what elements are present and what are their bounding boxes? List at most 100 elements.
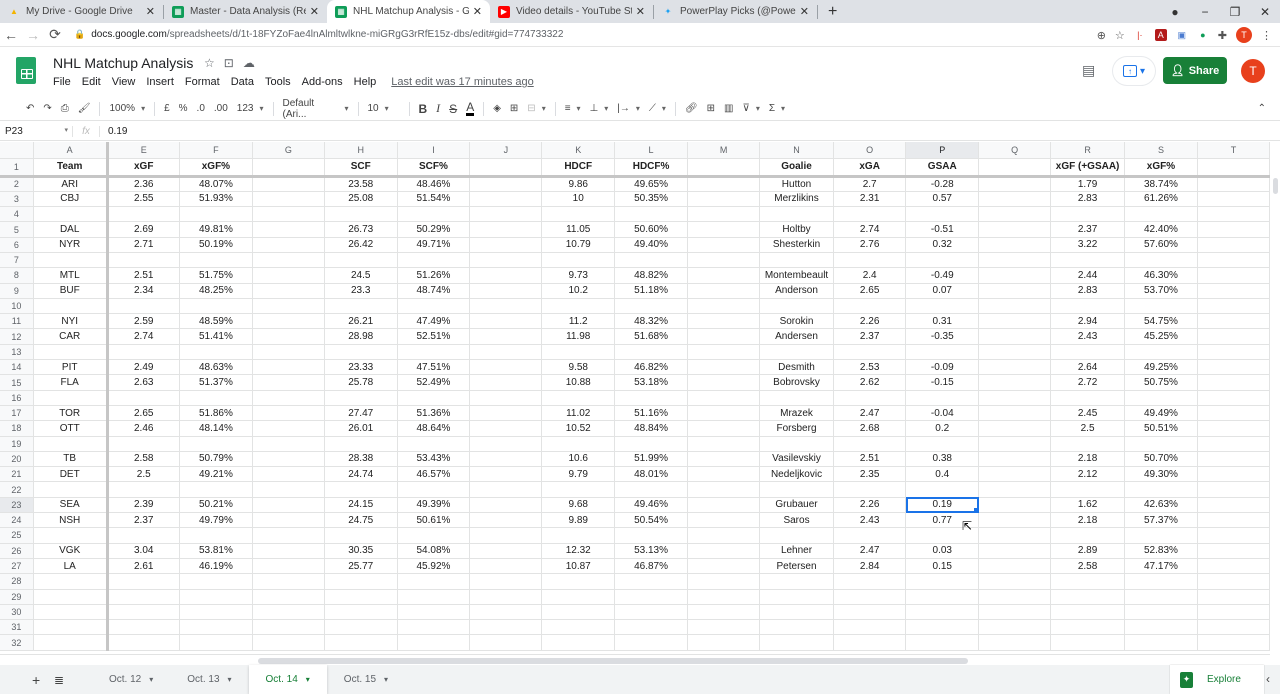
cell[interactable]	[978, 634, 1052, 651]
cell[interactable]	[1050, 527, 1125, 544]
cell[interactable]: 28.98	[324, 328, 398, 345]
row-header[interactable]: 20	[0, 451, 34, 468]
cell[interactable]	[397, 604, 471, 621]
row-header[interactable]: 22	[0, 481, 34, 498]
cell[interactable]	[1197, 634, 1270, 651]
cell[interactable]: 50.61%	[397, 512, 471, 529]
cell[interactable]	[397, 390, 471, 406]
cell[interactable]	[978, 328, 1052, 345]
row-header[interactable]: 17	[0, 405, 34, 422]
cell[interactable]	[833, 436, 907, 452]
cell[interactable]: 30.35	[324, 543, 398, 559]
cell[interactable]	[1197, 619, 1270, 636]
menu-format[interactable]: Format	[185, 76, 220, 88]
cell[interactable]	[179, 206, 253, 223]
cell[interactable]	[687, 573, 761, 590]
browser-menu-icon[interactable]: ⋮	[1261, 29, 1272, 42]
row-header[interactable]: 12	[0, 328, 34, 345]
cell[interactable]: Grubauer	[759, 497, 834, 514]
cell[interactable]	[33, 604, 109, 621]
cell[interactable]: 49.30%	[1124, 466, 1198, 483]
cell[interactable]	[833, 298, 907, 315]
row-header[interactable]: 6	[0, 237, 34, 253]
functions-icon[interactable]: Σ	[769, 103, 785, 114]
cell[interactable]: 54.08%	[397, 543, 471, 559]
row-header[interactable]: 11	[0, 313, 34, 330]
row-header[interactable]: 9	[0, 283, 34, 299]
cell[interactable]: 2.39	[107, 497, 180, 514]
url-field[interactable]: 🔒 docs.google.com /spreadsheets/d/1t-18F…	[74, 29, 563, 40]
cell[interactable]: -0.49	[905, 267, 980, 284]
cell[interactable]: 53.81%	[179, 543, 253, 559]
cell[interactable]	[541, 298, 616, 315]
cell[interactable]: 0.03	[905, 543, 980, 559]
cell[interactable]	[1197, 512, 1270, 529]
cell[interactable]	[687, 420, 761, 437]
cell[interactable]	[905, 344, 980, 361]
cell[interactable]	[978, 436, 1052, 452]
cell[interactable]: 10.52	[541, 420, 616, 437]
cell[interactable]	[541, 619, 616, 636]
cell[interactable]	[469, 328, 543, 345]
cell[interactable]	[1197, 328, 1270, 345]
cell[interactable]	[978, 497, 1052, 514]
cell[interactable]	[978, 390, 1052, 406]
cell[interactable]	[833, 206, 907, 223]
cell[interactable]: 1.79	[1050, 176, 1125, 192]
cell[interactable]: BUF	[33, 283, 109, 299]
menu-insert[interactable]: Insert	[146, 76, 174, 88]
cell[interactable]: 27.47	[324, 405, 398, 422]
cell[interactable]	[687, 527, 761, 544]
cell[interactable]: 0.31	[905, 313, 980, 330]
cell[interactable]	[833, 573, 907, 590]
minimize-button[interactable]: −	[1190, 5, 1220, 19]
close-tab-icon[interactable]: ✕	[146, 5, 155, 18]
cell[interactable]	[469, 481, 543, 498]
cell[interactable]	[978, 405, 1052, 422]
cell[interactable]	[614, 206, 689, 223]
cell[interactable]: PIT	[33, 359, 109, 376]
cell[interactable]: 48.07%	[179, 176, 253, 192]
column-title-cell[interactable]	[1197, 158, 1270, 178]
cell[interactable]	[252, 237, 325, 253]
cell[interactable]	[905, 589, 980, 605]
cell[interactable]: LA	[33, 558, 109, 575]
cell[interactable]: 48.84%	[614, 420, 689, 437]
menu-view[interactable]: View	[112, 76, 136, 88]
strikethrough-button[interactable]: S	[449, 102, 457, 116]
cloud-status-icon[interactable]: ☁	[243, 56, 255, 70]
cell[interactable]	[833, 390, 907, 406]
cell[interactable]: 10.87	[541, 558, 616, 575]
cell[interactable]	[469, 221, 543, 238]
cell[interactable]	[759, 298, 834, 315]
column-title-cell[interactable]: xGF%	[179, 158, 253, 178]
cell[interactable]	[1197, 466, 1270, 483]
cell[interactable]: 2.47	[833, 405, 907, 422]
cell[interactable]	[833, 252, 907, 269]
cell[interactable]	[759, 589, 834, 605]
back-button[interactable]: ←	[0, 27, 22, 43]
cell[interactable]	[978, 191, 1052, 208]
cell[interactable]	[179, 527, 253, 544]
cell[interactable]	[833, 589, 907, 605]
zoom-select[interactable]: 100%	[109, 103, 145, 114]
cell[interactable]	[469, 634, 543, 651]
column-header-i[interactable]: I	[397, 142, 471, 159]
browser-tab[interactable]: ▦ Master - Data Analysis (Revised) ✕	[164, 0, 327, 23]
cell[interactable]: 2.31	[833, 191, 907, 208]
cell[interactable]	[324, 436, 398, 452]
cell[interactable]	[687, 206, 761, 223]
cell[interactable]	[469, 191, 543, 208]
cell[interactable]	[469, 420, 543, 437]
cell[interactable]: 10.88	[541, 374, 616, 391]
forward-button[interactable]: →	[22, 27, 44, 43]
profile-menu-icon[interactable]: ●	[1160, 5, 1190, 19]
cell[interactable]: NSH	[33, 512, 109, 529]
cell[interactable]: SEA	[33, 497, 109, 514]
row-header[interactable]: 30	[0, 604, 34, 621]
close-tab-icon[interactable]: ✕	[636, 5, 645, 18]
cell[interactable]	[978, 527, 1052, 544]
cell[interactable]	[469, 527, 543, 544]
cell[interactable]: FLA	[33, 374, 109, 391]
cell[interactable]	[252, 558, 325, 575]
